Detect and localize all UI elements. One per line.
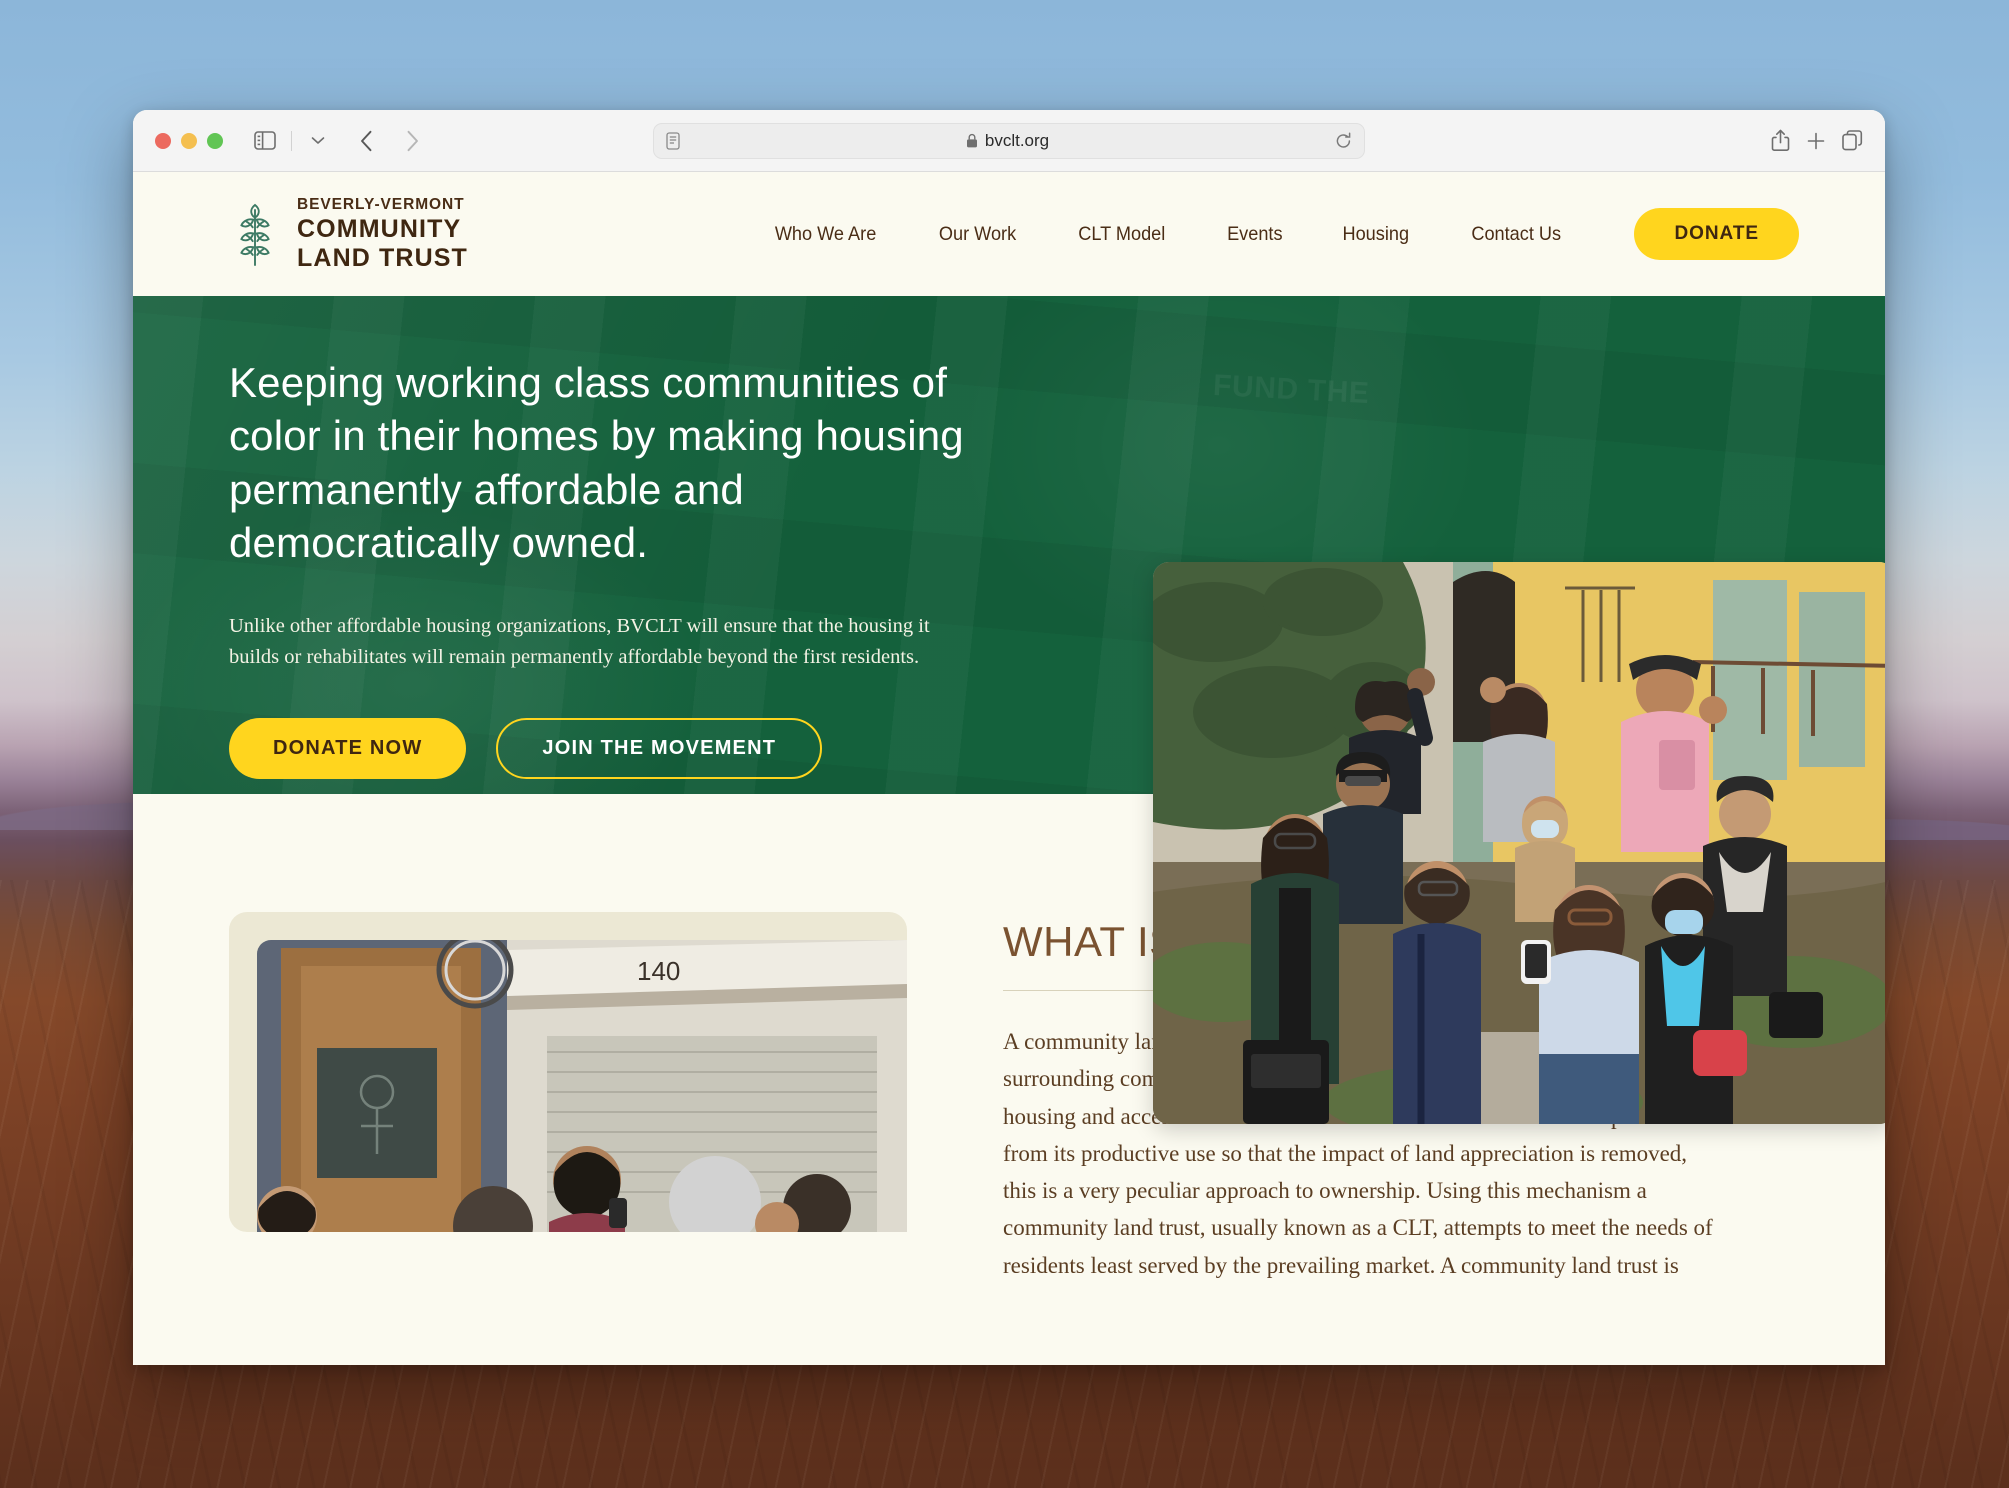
nav-item-events[interactable]: Events [1201,223,1309,246]
hero-content: Keeping working class communities of col… [133,296,1033,779]
lock-icon [966,133,978,148]
url-text: bvclt.org [984,130,1050,150]
minimize-window-button[interactable] [181,132,197,149]
donate-now-button[interactable]: DONATE NOW [229,717,467,779]
nav-item-contact-us[interactable]: Contact Us [1445,223,1587,246]
web-page: BEVERLY-VERMONT COMMUNITY LAND TRUST Who… [133,172,1885,1365]
toolbar-divider [291,130,292,151]
join-the-movement-button[interactable]: JOIN THE MOVEMENT [496,717,823,779]
hero-cta-group: DONATE NOW JOIN THE MOVEMENT [229,717,1033,779]
zoom-window-button[interactable] [207,132,223,149]
logo-line-3: LAND TRUST [297,244,468,272]
wheat-sprig-icon [229,201,281,267]
site-header: BEVERLY-VERMONT COMMUNITY LAND TRUST Who… [133,172,1885,296]
hero-ghost-sign-4: FUND THE [1212,368,1371,411]
site-logo[interactable]: BEVERLY-VERMONT COMMUNITY LAND TRUST [229,196,468,272]
back-arrow-icon[interactable] [350,126,382,156]
address-number-text: 140 [637,956,680,986]
tab-overview-icon[interactable] [1842,130,1863,151]
logo-line-1: BEVERLY-VERMONT [297,196,465,213]
sidebar-toggle-icon[interactable] [249,126,281,156]
hero-photo [1153,562,1885,1124]
clt-photo-frame: 140 [229,912,907,1232]
toolbar-right-controls [1771,129,1863,152]
window-traffic-lights [155,132,223,149]
chevron-down-icon[interactable] [302,126,334,156]
browser-window: bvclt.org BEVERLY-VERMONT COMMUNITY LAND… [133,110,1885,1365]
nav-item-housing[interactable]: Housing [1317,223,1436,246]
donate-button[interactable]: DONATE [1634,208,1799,260]
nav-item-clt-model[interactable]: CLT Model [1053,223,1192,246]
clt-photo: 140 [257,940,907,1232]
hero-subtitle: Unlike other affordable housing organiza… [229,615,930,669]
reload-icon[interactable] [1335,131,1352,150]
browser-toolbar: bvclt.org [133,110,1885,172]
logo-wordmark: BEVERLY-VERMONT COMMUNITY LAND TRUST [297,196,468,272]
reader-view-icon[interactable] [666,131,680,150]
toolbar-left-controls [249,126,428,156]
forward-arrow-icon[interactable] [396,126,428,156]
share-icon[interactable] [1771,129,1790,152]
nav-item-our-work[interactable]: Our Work [913,223,1042,246]
nav-item-who-we-are[interactable]: Who We Are [749,223,903,246]
main-navigation: Who We Are Our Work CLT Model Events Hou… [743,208,1799,260]
address-bar-content: bvclt.org [680,131,1335,151]
close-window-button[interactable] [155,132,171,149]
address-bar[interactable]: bvclt.org [653,122,1365,159]
hero-title: Keeping working class communities of col… [229,359,964,566]
logo-line-2: COMMUNITY [297,215,462,243]
plus-icon[interactable] [1806,131,1826,151]
